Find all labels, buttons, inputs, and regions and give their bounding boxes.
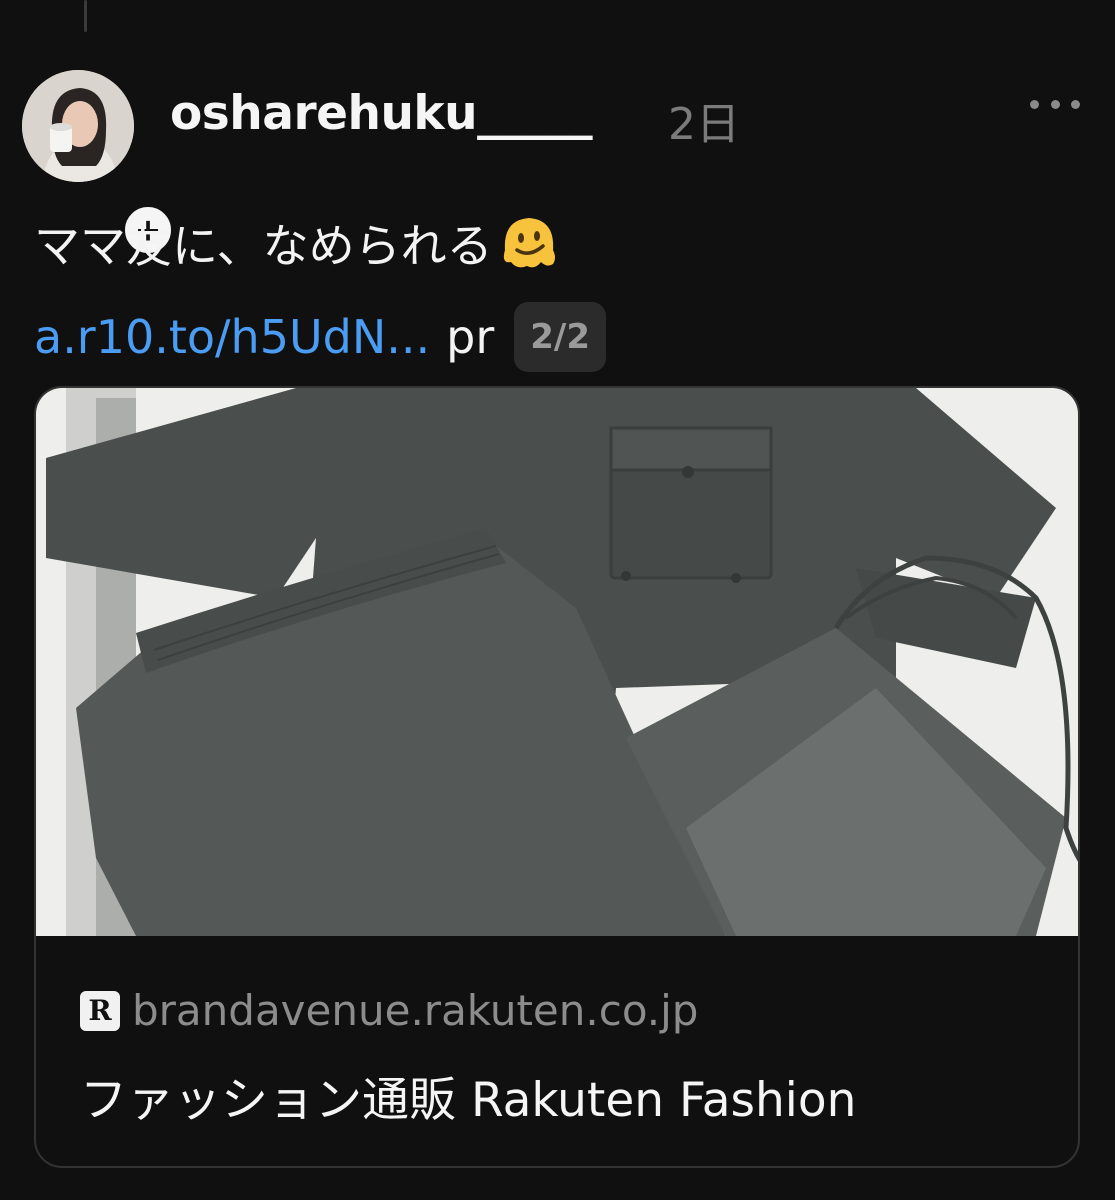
link-domain: brandavenue.rakuten.co.jp	[132, 986, 699, 1035]
link-preview-card[interactable]: R brandavenue.rakuten.co.jp ファッション通販 Rak…	[34, 386, 1080, 1168]
thread-line	[84, 0, 87, 32]
more-options-icon[interactable]	[1030, 92, 1080, 116]
link-title: ファッション通販 Rakuten Fashion	[80, 1073, 857, 1128]
link-row: a.r10.to/h5UdN... pr 2/2	[34, 302, 606, 372]
avatar[interactable]	[22, 70, 134, 182]
link-preview-meta: R brandavenue.rakuten.co.jp ファッション通販 Rak…	[80, 986, 1058, 1130]
domain-row: R brandavenue.rakuten.co.jp	[80, 986, 1058, 1035]
avatar-container[interactable]: +	[22, 70, 176, 258]
rakuten-site-icon: R	[80, 990, 120, 1031]
username[interactable]: osharehuku_____	[170, 86, 593, 141]
post-text-line: ママ友に、なめられる	[34, 210, 561, 276]
pr-label: pr	[446, 310, 495, 364]
page-indicator: 2/2	[514, 302, 606, 372]
post-link[interactable]: a.r10.to/h5UdN...	[34, 310, 430, 364]
product-image	[36, 388, 1078, 936]
post-age: 2日	[668, 99, 740, 150]
post-text: ママ友に、なめられる	[34, 219, 493, 273]
melting-face-emoji-icon	[503, 218, 555, 268]
